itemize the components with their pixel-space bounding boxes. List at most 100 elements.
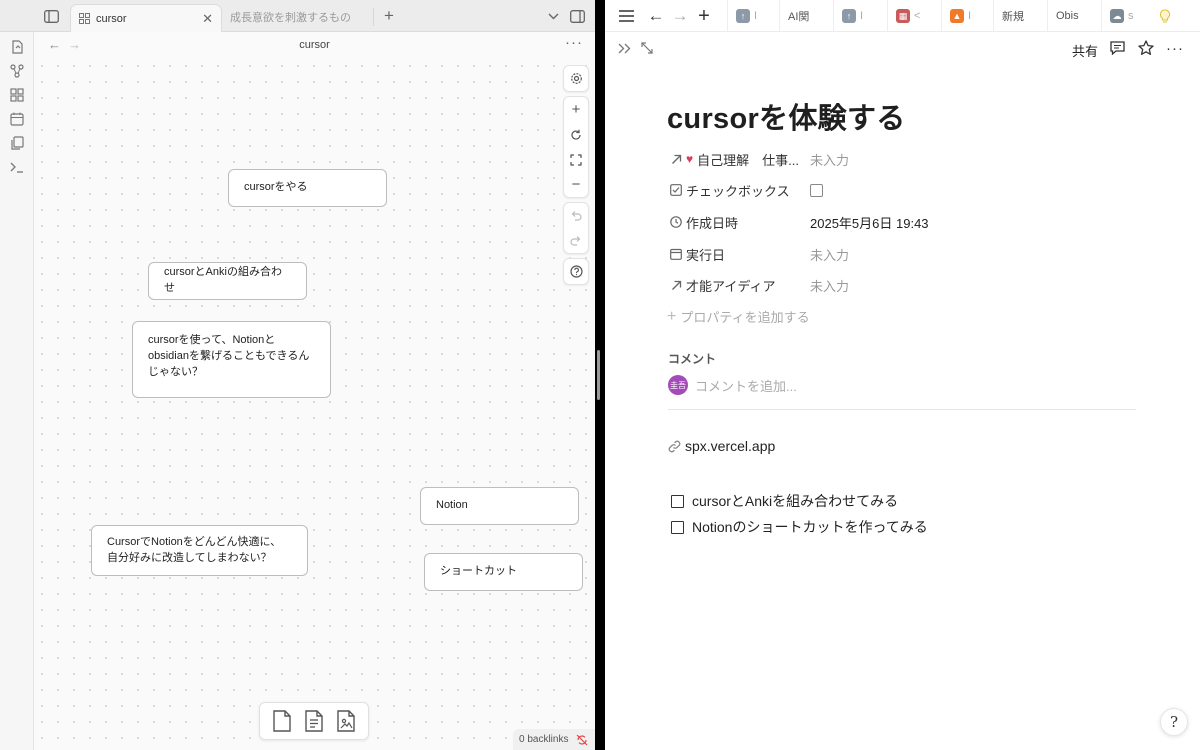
zoom-in-icon[interactable]: +	[564, 97, 588, 122]
new-tab-icon[interactable]: +	[694, 5, 714, 27]
card-text: cursorとAnkiの組み合わせ	[164, 266, 282, 294]
browser-tab[interactable]: ▲ I	[941, 0, 985, 32]
settings-gear-icon[interactable]	[564, 66, 588, 91]
property-row[interactable]: 実行日 未入力	[667, 242, 1147, 266]
reset-zoom-icon[interactable]	[564, 122, 588, 147]
comments-heading: コメント	[668, 352, 717, 366]
more-options-icon[interactable]: ···	[1165, 38, 1185, 58]
browser-tab-label: AI関	[788, 11, 810, 23]
card-text: cursorをやる	[244, 181, 308, 194]
close-icon[interactable]: ✕	[202, 11, 213, 27]
star-icon[interactable]	[1136, 38, 1156, 58]
add-property-button[interactable]: + プロパティを追加する	[667, 307, 810, 326]
browser-tab[interactable]: Obis	[1047, 0, 1093, 32]
todo-checkbox[interactable]	[671, 520, 684, 534]
help-circle-icon[interactable]	[564, 259, 588, 284]
sync-error-icon[interactable]	[576, 734, 588, 746]
property-row[interactable]: 才能アイディア 未入力	[667, 273, 1147, 297]
undo-icon[interactable]	[564, 203, 588, 228]
help-button[interactable]: ?	[1160, 708, 1188, 736]
store-icon: ▦	[896, 9, 910, 23]
expand-icon[interactable]	[637, 38, 657, 58]
sidebar-toggle-icon[interactable]	[40, 5, 62, 27]
zoom-out-icon[interactable]: −	[564, 172, 588, 197]
canvas-card[interactable]: cursorを使って、Notionとobsidianを繋げることもできるんじゃな…	[132, 321, 331, 398]
comment-icon[interactable]	[1107, 38, 1127, 58]
property-checkbox[interactable]	[810, 183, 823, 197]
browser-tab-label: I	[968, 10, 972, 22]
canvas-settings-group	[563, 65, 589, 92]
tab-label: 成長意欲を刺激するもの	[230, 12, 351, 24]
canvas-card[interactable]: CursorでNotionをどんどん快適に、自分好みに改造してしまわない？	[91, 525, 308, 576]
tab-cursor[interactable]: cursor ✕	[70, 4, 222, 32]
property-value[interactable]: 未入力	[810, 150, 849, 169]
canvas-card[interactable]: cursorとAnkiの組み合わせ	[148, 262, 307, 300]
redo-icon[interactable]	[564, 228, 588, 253]
upload-icon: ↑	[736, 9, 750, 23]
back-arrow-icon[interactable]: ←	[646, 6, 666, 26]
page-title[interactable]: cursorを体験する	[667, 95, 906, 137]
chevron-down-icon[interactable]	[542, 5, 564, 27]
collapse-sidebar-icon[interactable]	[615, 38, 635, 58]
command-palette-icon[interactable]	[8, 158, 26, 176]
todo-item[interactable]: cursorとAnkiを組み合わせてみる	[671, 491, 898, 511]
graph-view-icon[interactable]	[8, 62, 26, 80]
canvas-zoom-group: + −	[563, 96, 589, 198]
zoom-to-fit-icon[interactable]	[564, 147, 588, 172]
view-title: cursor	[299, 39, 330, 51]
upload-icon: ↑	[842, 9, 856, 23]
property-value[interactable]: 2025年5月6日 19:43	[810, 213, 929, 232]
browser-tab-label: 新規	[1002, 11, 1024, 23]
canvas-card[interactable]: ショートカット	[424, 553, 583, 591]
link-block[interactable]: spx.vercel.app	[668, 438, 775, 454]
property-row[interactable]: 作成日時 2025年5月6日 19:43	[667, 210, 1147, 234]
plus-icon: +	[667, 307, 677, 325]
share-button[interactable]: 共有	[1072, 41, 1098, 60]
tab-growth[interactable]: 成長意欲を刺激するもの	[226, 8, 374, 26]
canvas-add-toolbar	[259, 702, 369, 740]
right-sidebar-toggle-icon[interactable]	[566, 5, 588, 27]
forward-arrow-icon[interactable]: →	[670, 6, 690, 26]
canvas-card[interactable]: Notion	[420, 487, 579, 525]
property-value[interactable]: 未入力	[810, 245, 849, 264]
menu-icon[interactable]	[616, 6, 636, 26]
property-name: ♥ 自己理解 仕事...	[686, 150, 810, 169]
add-note-icon[interactable]	[304, 710, 324, 732]
comment-input[interactable]: コメントを追加...	[695, 376, 797, 395]
browser-tab-label: <	[914, 10, 921, 22]
add-media-icon[interactable]	[336, 710, 356, 732]
templates-icon[interactable]	[8, 134, 26, 152]
daily-note-icon[interactable]	[8, 110, 26, 128]
canvas-icon[interactable]	[8, 86, 26, 104]
link-icon	[668, 440, 681, 453]
new-tab-icon[interactable]: +	[378, 5, 400, 27]
property-row[interactable]: ♥ 自己理解 仕事... 未入力	[667, 147, 1147, 171]
backlinks-status[interactable]: 0 backlinks	[513, 729, 595, 750]
browser-tab[interactable]: ▦ <	[887, 0, 933, 32]
canvas-help-group	[563, 258, 589, 285]
browser-tab[interactable]: ↑ I	[727, 0, 771, 32]
browser-tab[interactable]: AI関	[779, 0, 829, 32]
todo-text[interactable]: Notionのショートカットを作ってみる	[692, 517, 928, 537]
link-text[interactable]: spx.vercel.app	[685, 438, 775, 454]
card-text: Notion	[436, 499, 468, 512]
property-row[interactable]: チェックボックス	[667, 178, 1147, 202]
view-header: ← → cursor ···	[34, 32, 595, 58]
add-property-label: プロパティを追加する	[680, 310, 810, 325]
split-divider-handle[interactable]	[597, 350, 600, 400]
open-quick-switcher-icon[interactable]	[8, 38, 26, 56]
todo-text[interactable]: cursorとAnkiを組み合わせてみる	[692, 491, 898, 511]
backlinks-count: 0 backlinks	[519, 734, 569, 745]
add-card-icon[interactable]	[272, 710, 292, 732]
browser-tab[interactable]: ☁ s	[1101, 0, 1147, 32]
canvas[interactable]: cursorをやる cursorとAnkiの組み合わせ cursorを使って、N…	[34, 58, 595, 750]
canvas-card[interactable]: cursorをやる	[228, 169, 387, 207]
comment-input-row[interactable]: 圭吾 コメントを追加...	[668, 375, 797, 395]
more-options-icon[interactable]: ···	[565, 34, 583, 51]
browser-tab[interactable]: ↑ I	[833, 0, 877, 32]
browser-tab[interactable]: 新規	[993, 0, 1039, 32]
todo-item[interactable]: Notionのショートカットを作ってみる	[671, 517, 928, 537]
property-value[interactable]: 未入力	[810, 276, 849, 295]
todo-checkbox[interactable]	[671, 494, 684, 508]
lightbulb-icon[interactable]	[1155, 6, 1175, 26]
